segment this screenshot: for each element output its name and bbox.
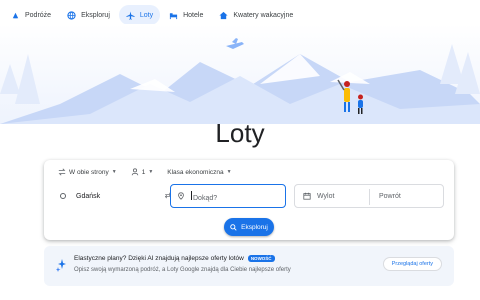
explore-button-label: Eksploruj bbox=[241, 223, 268, 231]
new-badge: NOWOŚĆ bbox=[247, 255, 275, 262]
browse-offers-button[interactable]: Przeglądaj oferty bbox=[382, 257, 442, 271]
airplane-icon bbox=[126, 10, 135, 20]
departure-placeholder: Wylot bbox=[317, 192, 335, 200]
hero-illustration bbox=[0, 24, 480, 124]
chevron-down-icon: ▼ bbox=[111, 169, 117, 175]
calendar-icon bbox=[303, 192, 311, 200]
cabin-class-select[interactable]: Klasa ekonomiczna ▼ bbox=[163, 167, 235, 178]
origin-value: Gdańsk bbox=[76, 192, 101, 200]
nav-item-label: Podróże bbox=[25, 11, 52, 19]
nav-item-travel[interactable]: Podróże bbox=[4, 5, 58, 25]
date-divider bbox=[369, 189, 370, 205]
passengers-select[interactable]: 1 ▼ bbox=[127, 166, 158, 178]
ai-promo-banner: Elastyczne plany? Dzięki AI znajdują naj… bbox=[44, 246, 454, 286]
travel-explore-icon bbox=[12, 12, 19, 18]
nav-item-hotels[interactable]: Hotele bbox=[162, 5, 210, 25]
nav-item-explore[interactable]: Eksploruj bbox=[60, 5, 117, 25]
bed-icon bbox=[170, 12, 178, 19]
chevron-down-icon: ▼ bbox=[226, 169, 232, 175]
text-cursor bbox=[191, 190, 192, 200]
house-icon bbox=[219, 11, 228, 19]
location-pin-icon bbox=[178, 192, 184, 200]
globe-icon bbox=[67, 10, 76, 20]
origin-circle-icon bbox=[60, 193, 66, 199]
cabin-class-label: Klasa ekonomiczna bbox=[167, 168, 224, 176]
destination-field[interactable]: Dokąd? bbox=[170, 184, 286, 208]
nav-item-flights[interactable]: Loty bbox=[118, 5, 161, 25]
explore-button[interactable]: Eksploruj bbox=[224, 218, 274, 236]
trip-type-select[interactable]: W obie strony ▼ bbox=[54, 166, 121, 178]
origin-field[interactable]: Gdańsk bbox=[52, 184, 170, 208]
promo-title: Elastyczne plany? Dzięki AI znajdują naj… bbox=[74, 255, 275, 262]
mountains-illustration bbox=[0, 24, 480, 124]
person-icon bbox=[131, 168, 138, 176]
promo-title-text: Elastyczne plany? Dzięki AI znajdują naj… bbox=[74, 255, 244, 262]
trip-type-label: W obie strony bbox=[69, 168, 109, 176]
destination-placeholder: Dokąd? bbox=[193, 194, 218, 202]
return-placeholder[interactable]: Powrót bbox=[379, 193, 401, 200]
promo-subtitle: Opisz swoją wymarzoną podróż, a Loty Goo… bbox=[74, 267, 291, 273]
search-icon bbox=[230, 223, 237, 231]
nav-item-vacation-rentals[interactable]: Kwatery wakacyjne bbox=[212, 5, 300, 25]
search-options: W obie strony ▼ 1 ▼ Klasa ekonomiczna ▼ bbox=[54, 166, 236, 178]
nav-item-label: Kwatery wakacyjne bbox=[233, 11, 294, 19]
chevron-down-icon: ▼ bbox=[148, 169, 154, 175]
passengers-count: 1 bbox=[141, 168, 146, 176]
nav-item-label: Eksploruj bbox=[81, 11, 110, 19]
page-title: Loty bbox=[215, 118, 265, 148]
swap-arrows-icon bbox=[58, 168, 66, 176]
nav-item-label: Hotele bbox=[183, 11, 204, 19]
sparkle-icon bbox=[56, 259, 66, 272]
dates-field[interactable]: Wylot Powrót bbox=[294, 184, 444, 208]
nav-item-label: Loty bbox=[139, 11, 154, 19]
